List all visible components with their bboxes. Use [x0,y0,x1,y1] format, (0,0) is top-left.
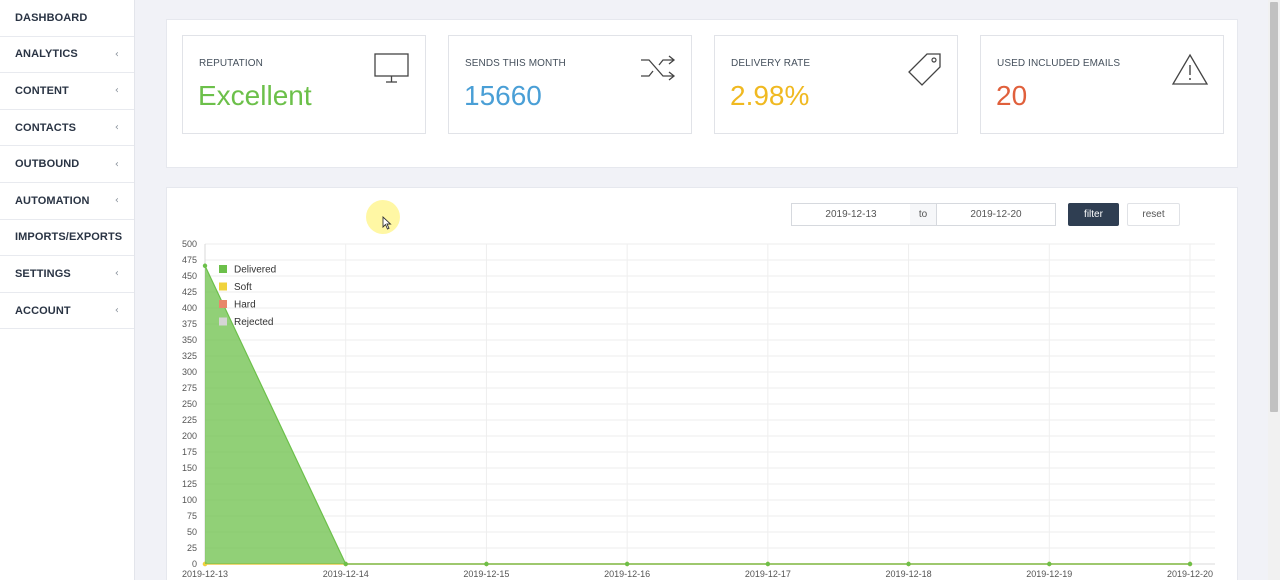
x-tick-label: 2019-12-19 [1026,569,1072,579]
mouse-cursor-icon [382,216,392,230]
x-tick-label: 2019-12-20 [1167,569,1213,579]
y-tick-label: 250 [182,399,197,409]
legend-label-rejected: Rejected [234,317,273,328]
data-point-delivered [343,561,348,567]
y-tick-label: 325 [182,351,197,361]
y-tick-label: 200 [182,431,197,441]
x-tick-label: 2019-12-15 [463,569,509,579]
y-tick-label: 225 [182,415,197,425]
data-point-delivered [906,561,911,567]
scrollbar-thumb[interactable] [1270,2,1278,412]
data-point-delivered [765,561,771,567]
y-tick-label: 100 [182,495,197,505]
y-tick-label: 150 [182,463,197,473]
delivery-chart: 0 25 50 75 100 125 150 175 200 225 250 275 300 325 350… [182,239,1215,579]
y-tick-label: 450 [182,271,197,281]
x-tick-label: 2019-12-16 [604,569,650,579]
legend-swatch-delivered [219,265,227,273]
legend-label-hard: Hard [234,300,256,311]
y-tick-label: 0 [192,559,197,569]
series-line-delivered [204,265,1190,565]
y-tick-label: 500 [182,239,197,249]
data-point-delivered [1047,561,1052,567]
legend-swatch-hard [219,300,227,308]
data-point-delivered [202,263,208,268]
y-tick-label: 300 [182,367,197,377]
legend-label-delivered: Delivered [234,265,276,276]
x-tick-label: 2019-12-13 [182,569,228,579]
x-tick-label: 2019-12-18 [886,569,932,579]
legend-swatch-rejected [219,317,227,326]
legend-swatch-soft [219,282,227,291]
y-tick-label: 425 [182,287,197,297]
y-tick-label: 275 [182,383,197,393]
y-tick-label: 125 [182,479,197,489]
x-tick-label: 2019-12-17 [745,569,791,579]
y-tick-label: 350 [182,335,197,345]
legend-label-soft: Soft [234,282,252,293]
x-tick-label: 2019-12-14 [323,569,369,579]
y-tick-label: 50 [187,527,197,537]
data-point-delivered [484,561,489,567]
y-tick-label: 25 [187,543,197,553]
y-tick-label: 400 [182,303,197,313]
data-point-delivered [1187,561,1193,567]
y-tick-label: 475 [182,255,197,265]
y-tick-label: 375 [182,319,197,329]
y-tick-label: 175 [182,447,197,457]
series-area-delivered [205,265,1190,564]
page-scrollbar[interactable] [1268,0,1280,580]
data-point-delivered [624,561,630,567]
y-tick-label: 75 [187,511,197,521]
